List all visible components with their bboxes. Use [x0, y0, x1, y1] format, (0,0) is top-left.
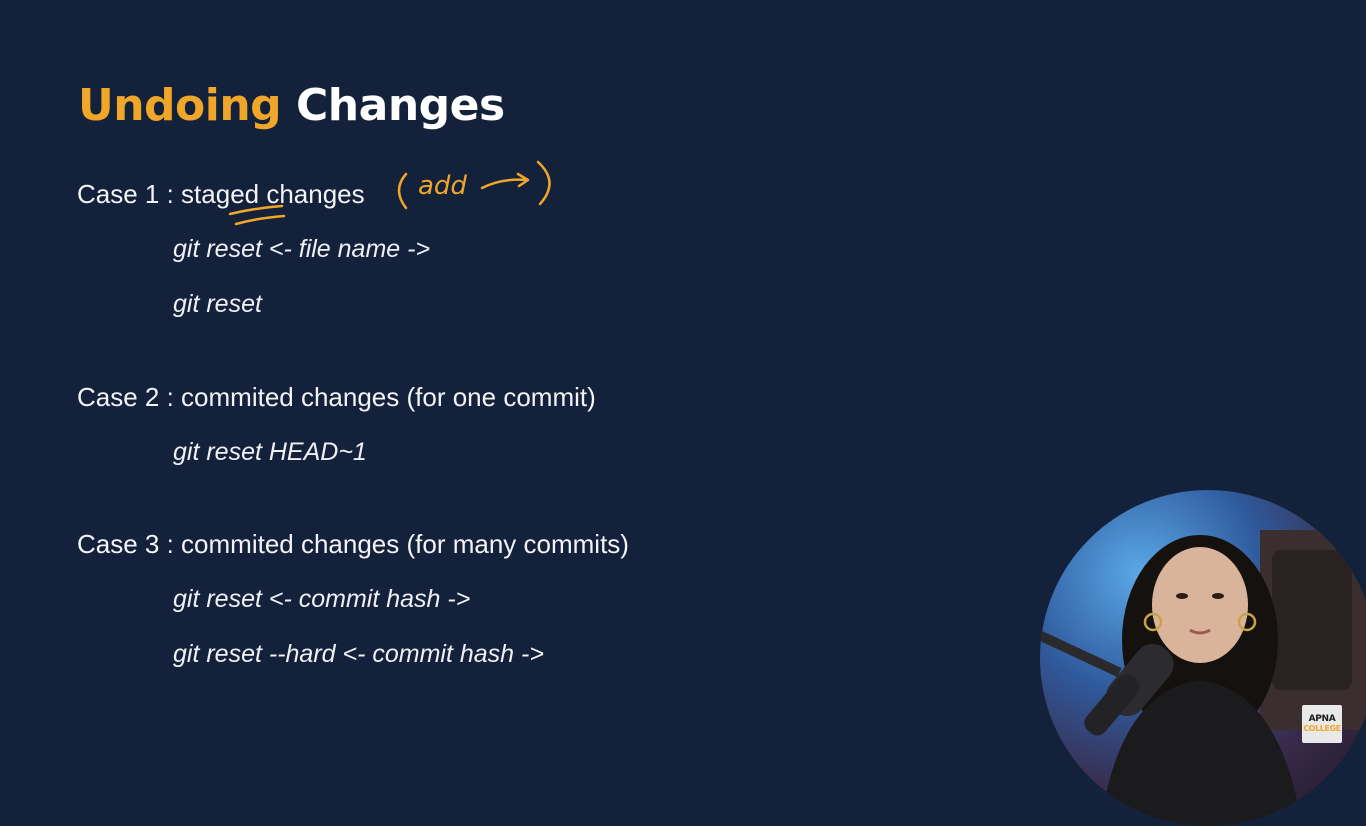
- case-1-command-1: git reset <- file name ->: [173, 235, 431, 263]
- annotation-drawing: add: [228, 160, 551, 226]
- handwritten-annotation: add: [220, 156, 580, 236]
- annotation-text: add: [418, 171, 467, 201]
- logo-line-1: APNA: [1308, 714, 1336, 724]
- title-accent: Undoing: [78, 80, 282, 131]
- case-2-command-1: git reset HEAD~1: [173, 438, 367, 466]
- apna-college-logo: APNA COLLEGE: [1302, 705, 1342, 743]
- case-3-command-2: git reset --hard <- commit hash ->: [173, 640, 544, 668]
- title-rest: Changes: [296, 80, 505, 131]
- case-2-heading: Case 2 : commited changes (for one commi…: [77, 382, 596, 412]
- presenter-webcam: [1040, 490, 1366, 826]
- slide: Undoing Changes Case 1 : staged changes …: [0, 0, 1366, 826]
- logo-line-2: COLLEGE: [1303, 724, 1341, 733]
- slide-title: Undoing Changes: [78, 78, 505, 134]
- case-3-heading: Case 3 : commited changes (for many comm…: [77, 529, 629, 559]
- presenter-image: [1040, 530, 1366, 826]
- case-1-command-2: git reset: [173, 290, 262, 318]
- case-3-command-1: git reset <- commit hash ->: [173, 585, 471, 613]
